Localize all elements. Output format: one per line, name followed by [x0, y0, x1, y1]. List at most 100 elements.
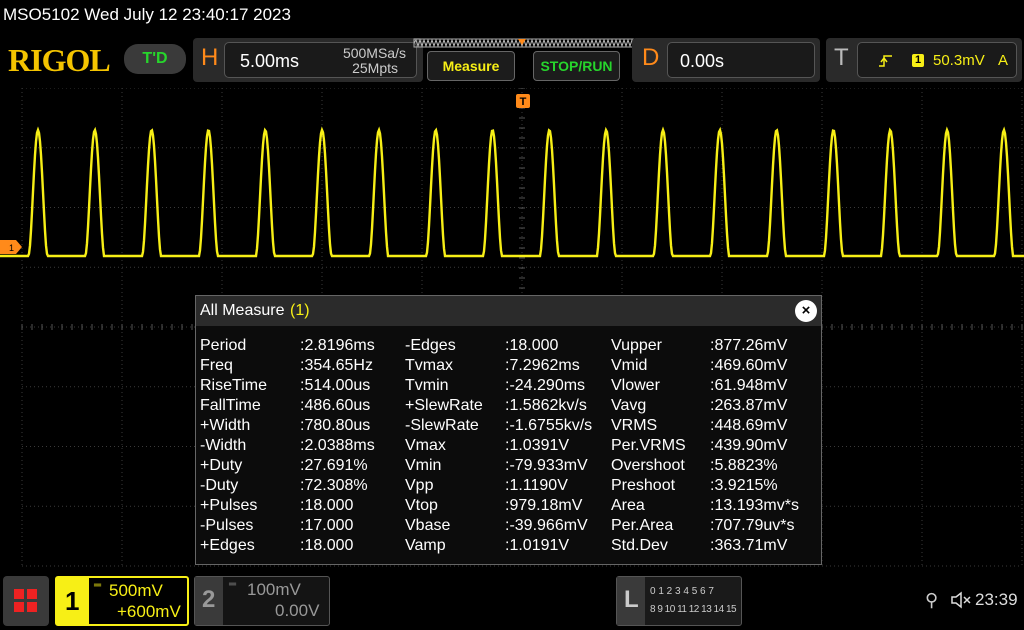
measure-button[interactable]: Measure — [427, 51, 515, 81]
trigger-mode-badge[interactable]: T'D — [124, 44, 186, 74]
memory-position-bar — [413, 38, 635, 48]
measure-row: Tvmin:-24.290ms — [405, 376, 592, 396]
measure-value: :448.69mV — [710, 417, 788, 434]
measure-row: Per.Area:707.79uv*s — [611, 516, 799, 536]
measure-name: +Duty — [200, 457, 243, 474]
measure-name: +Edges — [200, 537, 255, 554]
measure-value: :18.000 — [505, 337, 559, 354]
measure-value: :1.0391V — [505, 437, 570, 454]
channel-2-tab[interactable]: 2 ═ 100mV 0.00V — [194, 576, 330, 626]
measure-value: :707.79uv*s — [710, 517, 795, 534]
measure-row: Vlower:61.948mV — [611, 376, 799, 396]
measure-name: Vtop — [405, 497, 438, 514]
rising-edge-icon — [879, 55, 892, 67]
channel-2-scale: 100mV — [247, 580, 301, 599]
measure-value: :2.8196ms — [300, 337, 375, 354]
measure-row: Tvmax:7.2962ms — [405, 356, 592, 376]
delay-panel[interactable]: D 0.00s — [632, 38, 820, 82]
measure-name: RiseTime — [200, 377, 267, 394]
measure-name: Vmin — [405, 457, 442, 474]
menu-button[interactable] — [3, 576, 49, 626]
measure-row: -SlewRate:-1.6755kv/s — [405, 416, 592, 436]
trigger-panel[interactable]: T 1 50.3mV A — [826, 38, 1022, 82]
measure-name: Freq — [200, 357, 233, 374]
measure-value: :-1.6755kv/s — [505, 417, 593, 434]
close-icon[interactable]: × — [795, 300, 817, 322]
measure-value: :3.9215% — [710, 477, 778, 494]
sample-rate: 500MSa/s — [342, 45, 406, 61]
svg-text:T: T — [520, 96, 527, 108]
measure-name: Vmid — [611, 357, 648, 374]
logic-channels-row2: 8 9 10 11 12 13 14 15 — [650, 604, 737, 615]
measure-row: +Duty :27.691% — [200, 456, 375, 476]
measure-name: Vmax — [405, 437, 446, 454]
speaker-muted-icon[interactable] — [950, 591, 974, 609]
delay-box: 0.00s — [667, 42, 815, 78]
dc-coupling-icon: ═ — [94, 580, 102, 591]
measure-row: Overshoot:5.8823% — [611, 456, 799, 476]
measure-value: :354.65Hz — [300, 357, 373, 374]
measure-row: Vmid:469.60mV — [611, 356, 799, 376]
measure-name: +Pulses — [200, 497, 258, 514]
measure-name: -Pulses — [200, 517, 254, 534]
trigger-coupling: A — [998, 52, 1009, 69]
measure-row: -Duty :72.308% — [200, 476, 375, 496]
measure-name: Vbase — [405, 517, 451, 534]
channel-1-offset: +600mV — [117, 602, 181, 621]
measure-name: Vpp — [405, 477, 434, 494]
measure-name: Std.Dev — [611, 537, 668, 554]
all-measure-title: All Measure — [200, 302, 285, 319]
measure-row: Freq :354.65Hz — [200, 356, 375, 376]
measure-row: -Width:2.0388ms — [200, 436, 375, 456]
measure-row: Vmin:-79.933mV — [405, 456, 592, 476]
measure-row: Vmax :1.0391V — [405, 436, 592, 456]
delay-label: D — [642, 44, 660, 71]
measure-row: Preshoot :3.9215% — [611, 476, 799, 496]
measure-row: +Edges :18.000 — [200, 536, 375, 556]
measure-row: Vtop :979.18mV — [405, 496, 592, 516]
measure-name: -Edges — [405, 337, 456, 354]
measure-row: Vupper:877.26mV — [611, 336, 799, 356]
timebase-box: 5.00ms 500MSa/s 25Mpts — [224, 42, 417, 78]
measure-value: :1.0191V — [505, 537, 570, 554]
trigger-box: 1 50.3mV A — [857, 42, 1017, 78]
measure-value: :263.87mV — [710, 397, 788, 414]
measure-name: Vlower — [611, 377, 660, 394]
stop-run-button[interactable]: STOP/RUN — [533, 51, 620, 81]
measure-value: :18.000 — [300, 537, 354, 554]
logic-analyzer-tab[interactable]: L 0 1 2 3 4 5 6 7 8 9 10 11 12 13 14 15 — [616, 576, 742, 626]
measure-row: +Pulses:18.000 — [200, 496, 375, 516]
measure-row: RiseTime:514.00us — [200, 376, 375, 396]
measure-value: :13.193mv*s — [710, 497, 799, 514]
measure-row: VRMS :448.69mV — [611, 416, 799, 436]
measure-row: Area:13.193mv*s — [611, 496, 799, 516]
trigger-label: T — [834, 44, 849, 71]
channel-1-tab[interactable]: 1 ═ 500mV +600mV — [55, 576, 189, 626]
measure-value: :877.26mV — [710, 337, 788, 354]
measure-name: -Duty — [200, 477, 239, 494]
measure-row: +Width:780.80us — [200, 416, 375, 436]
trigger-channel-badge: 1 — [912, 54, 924, 67]
measure-name: +Width — [200, 417, 251, 434]
grid-menu-icon — [14, 589, 37, 612]
usb-icon: ⚲ — [925, 590, 939, 610]
measure-row: Vpp:1.1190V — [405, 476, 592, 496]
measure-name: Overshoot — [611, 457, 685, 474]
measure-name: Preshoot — [611, 477, 676, 494]
channel-2-offset: 0.00V — [275, 601, 320, 620]
measure-value: :27.691% — [300, 457, 368, 474]
measure-value: :72.308% — [300, 477, 368, 494]
channel-1-number: 1 — [65, 586, 80, 616]
trigger-position-marker: T — [516, 94, 530, 108]
measure-value: :979.18mV — [505, 497, 583, 514]
measure-row: Vbase:-39.966mV — [405, 516, 592, 536]
memory-depth: 25Mpts — [352, 60, 398, 76]
measure-name: Period — [200, 337, 247, 354]
measure-name: VRMS — [611, 417, 658, 434]
all-measure-panel: All Measure (1) × Period:2.8196ms Freq:35… — [195, 295, 822, 565]
measure-row: -Edges :18.000 — [405, 336, 592, 356]
timebase-value: 5.00ms — [240, 51, 300, 71]
measure-value: :7.2962ms — [505, 357, 580, 374]
measure-column-3: Vupper:877.26mV Vmid:469.60mV Vlower:61.94… — [611, 336, 799, 556]
horizontal-panel[interactable]: H 5.00ms 500MSa/s 25Mpts — [193, 38, 423, 82]
